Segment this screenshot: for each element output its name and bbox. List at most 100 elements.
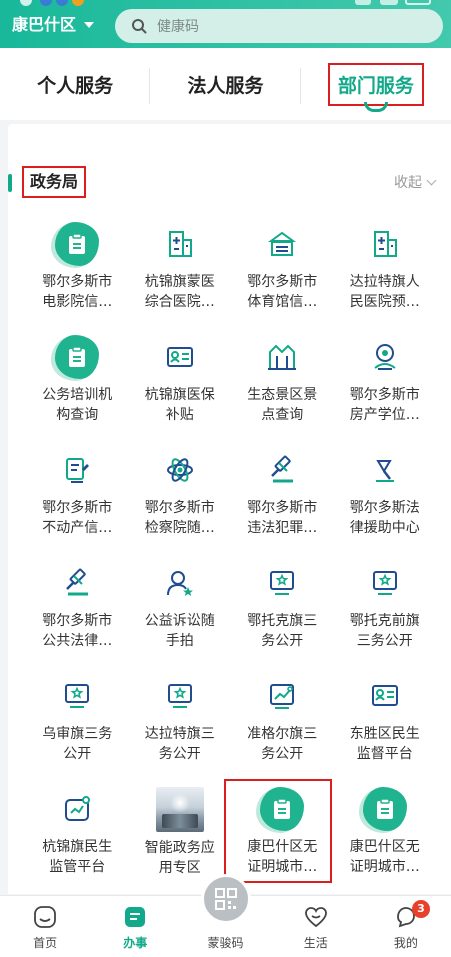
search-input[interactable]: 健康码 [115, 9, 443, 43]
gavel-icon [363, 448, 407, 492]
service-item[interactable]: 鄂尔多斯市 房产学位… [334, 335, 437, 425]
monitor-star-icon [158, 674, 202, 718]
monitor-star-icon [363, 561, 407, 605]
service-name: 东胜区民生 监督平台 [349, 726, 420, 762]
service-item[interactable]: 东胜区民生 监督平台 [334, 674, 437, 764]
atom-icon [158, 448, 202, 492]
region-selector[interactable]: 康巴什区 [12, 14, 95, 36]
service-name: 生态景区景 点查询 [247, 387, 318, 423]
nav-health-code[interactable]: 蒙骏码 [180, 874, 270, 957]
service-grid: 鄂尔多斯市 电影院信… 杭锦旗蒙医 综合医院… 鄂尔多斯市 体育馆信… 达拉特旗人 民医… [26, 222, 437, 883]
service-item[interactable]: 鄂托克旗三 务公开 [231, 561, 334, 651]
id-card-icon [158, 335, 202, 379]
gavel-icon [55, 561, 99, 605]
top-header: 康巴什区 健康码 [0, 0, 451, 48]
service-name: 准格尔旗三 务公开 [247, 726, 318, 762]
caret-down-icon [84, 22, 95, 28]
nav-label: 办事 [123, 936, 148, 950]
notification-badge: 3 [411, 900, 430, 918]
user-star-icon [158, 561, 202, 605]
service-item-highlighted[interactable]: 康巴什区无 证明城市… [224, 779, 334, 883]
nav-label: 生活 [303, 936, 328, 950]
collapse-label: 收起 [394, 175, 422, 191]
photo-thumbnail [155, 787, 204, 832]
nav-services[interactable]: 办事 [90, 896, 180, 957]
services-icon [122, 904, 148, 930]
qr-code-icon [200, 874, 251, 924]
service-name: 鄂托克旗三 务公开 [247, 613, 318, 649]
service-item[interactable]: 达拉特旗三 务公开 [129, 674, 232, 764]
service-name: 鄂尔多斯法 律援助中心 [349, 500, 420, 536]
service-item[interactable]: 公务培训机 构查询 [26, 335, 129, 425]
nav-label: 首页 [33, 936, 58, 950]
nav-home[interactable]: 首页 [0, 896, 90, 957]
monitor-star-icon [55, 674, 99, 718]
bottom-nav: 首页 办事 蒙骏码 生活 3 我的 [0, 874, 451, 957]
service-item[interactable]: 康巴什区无 证明城市… [334, 787, 437, 877]
scenic-gate-icon [260, 335, 304, 379]
service-item[interactable]: 智能政务应 用专区 [129, 787, 232, 877]
active-tab-indicator [363, 102, 388, 112]
hospital-icon [158, 222, 202, 266]
service-item[interactable]: 鄂尔多斯市 不动产信… [26, 448, 129, 538]
service-name: 杭锦旗民生 监管平台 [42, 839, 113, 875]
nav-label: 我的 [393, 936, 418, 950]
service-item[interactable]: 生态景区景 点查询 [231, 335, 334, 425]
gavel-icon [260, 448, 304, 492]
tab-personal-service[interactable]: 个人服务 [0, 48, 151, 120]
service-item[interactable]: 达拉特旗人 民医院预… [334, 222, 437, 312]
service-name: 鄂尔多斯市 体育馆信… [247, 274, 318, 310]
section-accent-bar [8, 174, 12, 192]
service-item[interactable]: 公益诉讼随 手拍 [129, 561, 232, 651]
collapse-button[interactable]: 收起 [394, 172, 437, 192]
service-item[interactable]: 鄂尔多斯市 检察院随… [129, 448, 232, 538]
nav-label: 蒙骏码 [207, 936, 244, 950]
service-name: 达拉特旗三 务公开 [144, 726, 215, 762]
service-name: 杭锦旗蒙医 综合医院… [144, 274, 215, 310]
clipboard-icon [55, 335, 100, 379]
section-header: 政务局 收起 [8, 166, 451, 198]
nav-life[interactable]: 生活 [271, 896, 361, 957]
hospital-icon [363, 222, 407, 266]
service-name: 乌审旗三务 公开 [42, 726, 113, 762]
service-name: 智能政务应 用专区 [144, 839, 215, 876]
service-name: 鄂托克前旗 三务公开 [349, 613, 420, 649]
stadium-icon [260, 222, 304, 266]
tab-label: 法人服务 [187, 74, 264, 97]
service-item[interactable]: 鄂尔多斯市 违法犯罪… [231, 448, 334, 538]
tab-label: 个人服务 [37, 74, 114, 97]
service-item[interactable]: 杭锦旗民生 监管平台 [26, 787, 129, 877]
service-item[interactable]: 杭锦旗医保 补贴 [129, 335, 232, 425]
tab-label: 部门服务 [327, 62, 424, 106]
id-card-icon [363, 674, 407, 718]
service-name: 鄂尔多斯市 公共法律… [42, 613, 113, 649]
service-name: 鄂尔多斯市 房产学位… [349, 387, 420, 423]
home-icon [32, 904, 58, 930]
service-item[interactable]: 鄂托克前旗 三务公开 [334, 561, 437, 651]
service-item[interactable]: 鄂尔多斯法 律援助中心 [334, 448, 437, 538]
service-name: 杭锦旗医保 补贴 [144, 387, 215, 423]
search-placeholder: 健康码 [157, 19, 199, 35]
service-name: 达拉特旗人 民医院预… [349, 274, 420, 310]
house-location-icon [363, 335, 407, 379]
service-item[interactable]: 鄂尔多斯市 公共法律… [26, 561, 129, 651]
service-name: 公益诉讼随 手拍 [144, 613, 215, 649]
status-bar [0, 0, 451, 6]
edit-document-icon [55, 448, 99, 492]
service-item[interactable]: 鄂尔多斯市 体育馆信… [231, 222, 334, 312]
service-item[interactable]: 准格尔旗三 务公开 [231, 674, 334, 764]
chart-monitor-icon [260, 674, 304, 718]
services-card: 政务局 收起 鄂尔多斯市 电影院信… 杭锦旗蒙医 综合医院… 鄂尔多斯市 体育馆信… [8, 124, 451, 894]
service-item[interactable]: 杭锦旗蒙医 综合医院… [129, 222, 232, 312]
search-icon [132, 19, 147, 34]
tab-legal-person-service[interactable]: 法人服务 [150, 48, 301, 120]
tab-department-service[interactable]: 部门服务 [301, 48, 451, 120]
service-item[interactable]: 鄂尔多斯市 电影院信… [26, 222, 129, 312]
heart-icon [303, 904, 329, 930]
service-name: 鄂尔多斯市 违法犯罪… [247, 500, 318, 536]
region-label: 康巴什区 [12, 15, 77, 34]
clipboard-icon [55, 222, 100, 266]
nav-mine[interactable]: 3 我的 [361, 896, 451, 957]
service-item[interactable]: 乌审旗三务 公开 [26, 674, 129, 764]
service-name: 鄂尔多斯市 不动产信… [42, 500, 113, 536]
